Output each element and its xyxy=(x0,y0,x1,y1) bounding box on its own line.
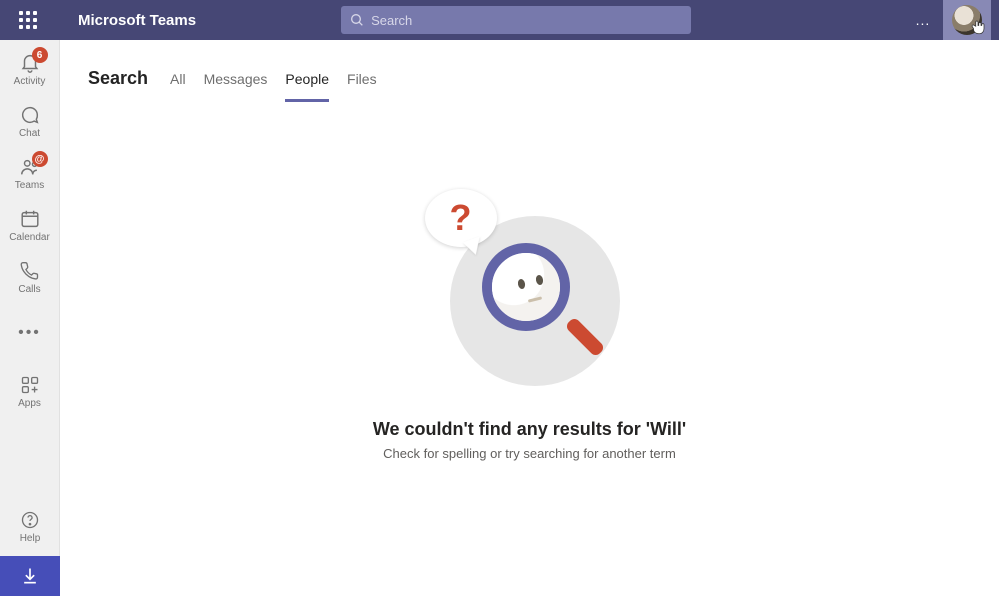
search-icon xyxy=(349,12,365,28)
tab-people[interactable]: People xyxy=(285,65,329,93)
waffle-icon xyxy=(19,11,37,29)
tab-all[interactable]: All xyxy=(170,65,186,93)
nav-teams[interactable]: Teams @ xyxy=(0,147,60,199)
calendar-icon xyxy=(18,207,42,231)
tab-files[interactable]: Files xyxy=(347,65,377,93)
cursor-hand-icon xyxy=(969,18,987,36)
nav-help-label: Help xyxy=(20,533,41,544)
nav-chat[interactable]: Chat xyxy=(0,95,60,147)
nav-help[interactable]: Help xyxy=(0,500,60,552)
download-button[interactable] xyxy=(0,556,60,596)
profile-button[interactable] xyxy=(943,0,991,40)
nav-activity[interactable]: Activity 6 xyxy=(0,43,60,95)
nav-calendar[interactable]: Calendar xyxy=(0,199,60,251)
app-title: Microsoft Teams xyxy=(78,12,196,29)
search-input[interactable]: Search xyxy=(341,6,691,34)
nav-chat-label: Chat xyxy=(19,128,40,139)
search-placeholder-text: Search xyxy=(371,13,412,28)
nav-apps[interactable]: Apps xyxy=(0,365,60,417)
nav-calls-label: Calls xyxy=(18,284,40,295)
magnifier-icon xyxy=(482,243,578,339)
empty-illustration: ? xyxy=(430,191,630,391)
empty-state-subtitle: Check for spelling or try searching for … xyxy=(383,446,676,461)
page-title: Search xyxy=(88,68,148,89)
header-more-button[interactable]: ... xyxy=(903,0,943,40)
nav-more[interactable]: ••• xyxy=(0,307,60,359)
activity-badge: 6 xyxy=(32,47,48,63)
apps-icon xyxy=(18,373,42,397)
chat-icon xyxy=(18,103,42,127)
help-icon xyxy=(18,508,42,532)
main-content: Search All Messages People Files ? xyxy=(60,40,999,596)
phone-icon xyxy=(18,259,42,283)
nav-calls[interactable]: Calls xyxy=(0,251,60,303)
nav-apps-label: Apps xyxy=(18,398,41,409)
download-icon xyxy=(20,566,40,586)
nav-teams-label: Teams xyxy=(15,180,44,191)
speech-bubble-icon: ? xyxy=(425,189,497,247)
nav-rail: Activity 6 Chat Teams @ Calendar xyxy=(0,40,60,596)
question-mark-icon: ? xyxy=(450,197,472,239)
empty-state-title: We couldn't find any results for 'Will' xyxy=(373,419,686,440)
nav-calendar-label: Calendar xyxy=(9,232,50,243)
nav-activity-label: Activity xyxy=(14,76,46,87)
app-launcher-button[interactable] xyxy=(8,0,48,40)
empty-state: ? We couldn't find any results for 'Will… xyxy=(60,96,999,596)
top-header: Microsoft Teams Search ... xyxy=(0,0,999,40)
teams-badge: @ xyxy=(32,151,48,167)
tab-messages[interactable]: Messages xyxy=(204,65,268,93)
search-tabs-row: Search All Messages People Files xyxy=(60,40,999,96)
more-icon: ••• xyxy=(18,321,42,345)
